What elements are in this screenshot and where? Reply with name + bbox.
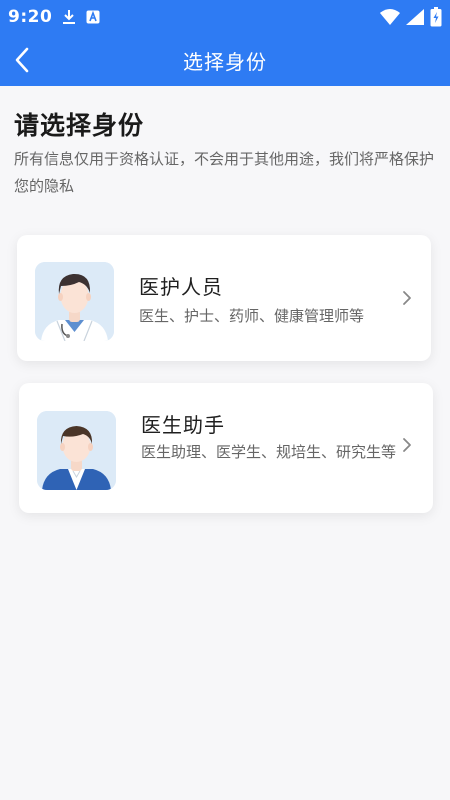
battery-charging-icon [430,7,442,27]
card-title: 医生助手 [141,413,225,437]
card-title: 医护人员 [139,275,223,299]
page-description: 所有信息仅用于资格认证，不会用于其他用途，我们将严格保护您的隐私 [14,150,435,195]
doctor-avatar [35,262,114,341]
assistant-avatar [37,411,116,490]
page-title: 请选择身份 [14,111,145,140]
chevron-right-icon [399,435,415,455]
identity-card-doctor-assistant[interactable]: 医生助手 医生助理、医学生、规培生、研究生等 [19,383,433,513]
download-icon [62,9,76,25]
status-bar: 9:20 [0,0,450,34]
header-bar: 选择身份 [0,34,450,86]
status-time: 9:20 [8,7,53,27]
header-title: 选择身份 [183,49,267,74]
identity-card-medical-staff[interactable]: 医护人员 医生、护士、药师、健康管理师等 [17,235,431,361]
signal-icon [406,9,424,25]
card-subtitle: 医生助理、医学生、规培生、研究生等 [141,443,397,461]
app-store-icon [86,9,100,25]
chevron-right-icon [399,288,415,308]
card-subtitle: 医生、护士、药师、健康管理师等 [139,307,365,325]
back-button[interactable] [4,42,40,78]
chevron-left-icon [15,47,29,73]
main-content: 请选择身份 所有信息仅用于资格认证，不会用于其他用途，我们将严格保护您的隐私 医… [0,86,450,800]
wifi-icon [380,9,400,25]
